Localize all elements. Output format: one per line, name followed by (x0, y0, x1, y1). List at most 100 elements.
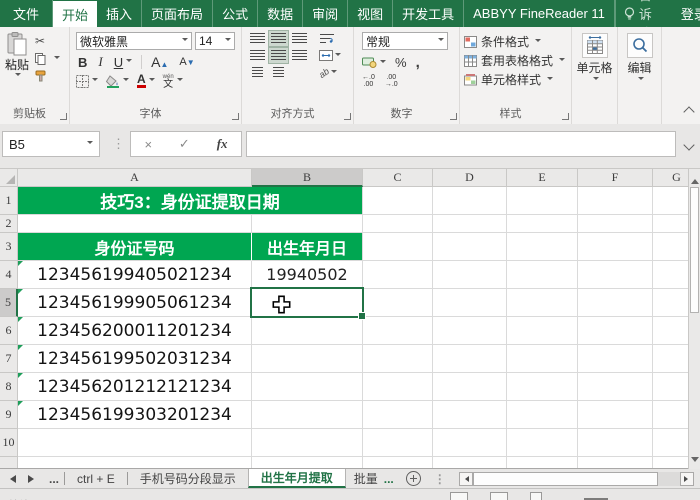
cell-D3[interactable] (433, 233, 507, 261)
cell-D8[interactable] (433, 373, 507, 401)
cell-F2[interactable] (578, 215, 653, 233)
cell-E10[interactable] (507, 429, 578, 457)
wrap-text-button[interactable] (317, 31, 336, 46)
sign-in[interactable]: 登录 (671, 4, 700, 23)
cell-C6[interactable] (363, 317, 433, 345)
cell-F5[interactable] (578, 289, 653, 317)
phonetic-button[interactable]: wén 文 (163, 74, 183, 88)
cell-E8[interactable] (507, 373, 578, 401)
cancel-icon[interactable]: × (144, 137, 152, 152)
cell-F8[interactable] (578, 373, 653, 401)
select-all-corner[interactable] (0, 169, 18, 187)
scroll-right-icon[interactable] (680, 472, 694, 486)
scroll-down-icon[interactable] (691, 457, 699, 466)
tab-page-layout[interactable]: 页面布局 (142, 0, 213, 27)
cell-E4[interactable] (507, 261, 578, 289)
cells-button[interactable]: 单元格 (572, 27, 617, 83)
align-bottom-button[interactable] (290, 31, 309, 46)
col-header-D[interactable]: D (433, 169, 507, 187)
tab-developer[interactable]: 开发工具 (393, 0, 464, 27)
tab-review[interactable]: 审阅 (303, 0, 348, 27)
cell-F10[interactable] (578, 429, 653, 457)
col-header-E[interactable]: E (507, 169, 578, 187)
grow-font-button[interactable]: A▲ (149, 54, 170, 70)
cell-A1-banner[interactable]: 技巧3：身份证提取日期 (18, 187, 363, 215)
tab-insert[interactable]: 插入 (97, 0, 142, 27)
decrease-decimal-button[interactable]: .00 →.0 (385, 74, 398, 88)
page-layout-view-icon[interactable] (490, 492, 508, 500)
cell-B4[interactable]: 19940502 (252, 261, 363, 289)
cell-A7[interactable]: 123456199502031234 (18, 345, 252, 373)
cell-B6[interactable] (252, 317, 363, 345)
cell-F9[interactable] (578, 401, 653, 429)
cell-A6[interactable]: 123456200011201234 (18, 317, 252, 345)
align-right-button[interactable] (290, 48, 309, 63)
borders-button[interactable] (76, 75, 98, 88)
styles-dialog-launcher[interactable] (562, 113, 569, 120)
cell-D4[interactable] (433, 261, 507, 289)
comma-style-button[interactable]: , (416, 54, 420, 71)
increase-decimal-button[interactable]: ←.0 .00 (362, 74, 375, 88)
clipboard-dialog-launcher[interactable] (60, 113, 67, 120)
cell-F7[interactable] (578, 345, 653, 373)
formula-input[interactable] (246, 131, 676, 157)
name-box[interactable]: B5 (2, 131, 100, 157)
align-middle-button[interactable] (269, 31, 288, 46)
sheet-tab-birthdate-active[interactable]: 出生年月提取 (248, 469, 346, 488)
row-header-4[interactable]: 4 (0, 261, 18, 289)
normal-view-icon[interactable] (450, 492, 468, 500)
copy-button[interactable] (35, 53, 60, 65)
underline-button[interactable]: U (112, 55, 134, 70)
horizontal-scroll-track[interactable] (658, 472, 680, 486)
cell-D6[interactable] (433, 317, 507, 345)
row-header-2[interactable]: 2 (0, 215, 18, 233)
row-header-6[interactable]: 6 (0, 317, 18, 345)
cell-A5[interactable]: 123456199905061234 (18, 289, 252, 317)
vertical-scroll-thumb[interactable] (690, 187, 699, 313)
expand-formula-bar-icon[interactable] (683, 139, 694, 150)
cell-F3[interactable] (578, 233, 653, 261)
cell-C7[interactable] (363, 345, 433, 373)
cell-B9[interactable] (252, 401, 363, 429)
format-as-table-button[interactable]: 套用表格格式 (464, 52, 569, 69)
scroll-left-icon[interactable] (459, 472, 473, 486)
cut-icon[interactable]: ✂ (35, 34, 45, 48)
cell-E2[interactable] (507, 215, 578, 233)
tab-home[interactable]: 开始 (53, 1, 97, 27)
cell-B8[interactable] (252, 373, 363, 401)
new-sheet-button[interactable] (406, 471, 421, 486)
cell-B2[interactable] (252, 215, 363, 233)
align-left-button[interactable] (248, 48, 267, 63)
number-dialog-launcher[interactable] (450, 113, 457, 120)
cell-A10[interactable] (18, 429, 252, 457)
align-center-button[interactable] (269, 48, 288, 63)
font-color-button[interactable]: A (137, 75, 155, 88)
horizontal-scroll-thumb[interactable] (473, 472, 658, 486)
row-header-7[interactable]: 7 (0, 345, 18, 373)
insert-function-button[interactable]: fx (217, 136, 228, 152)
paste-button[interactable]: 粘贴 (5, 32, 29, 82)
row-header-5[interactable]: 5 (0, 289, 18, 317)
tell-me[interactable]: 告诉我... (615, 0, 671, 27)
row-header-10[interactable]: 10 (0, 429, 18, 457)
sheet-tab-phone-number[interactable]: 手机号码分段显示 (128, 469, 248, 488)
tabbar-splitter[interactable]: ⋮ (429, 472, 451, 486)
cell-C8[interactable] (363, 373, 433, 401)
cell-A2[interactable] (18, 215, 252, 233)
fill-handle[interactable] (358, 312, 366, 320)
sheet-tab-batch-clipped[interactable]: 批量 (346, 469, 380, 488)
tab-data[interactable]: 数据 (258, 0, 303, 27)
cell-B3[interactable]: 出生年月日 (252, 233, 363, 261)
font-size-select[interactable]: 14 (195, 32, 235, 50)
scroll-up-icon[interactable] (691, 175, 699, 184)
row-header-3[interactable]: 3 (0, 233, 18, 261)
tab-file[interactable]: 文件 (0, 0, 53, 27)
cell-D10[interactable] (433, 429, 507, 457)
cell-C10[interactable] (363, 429, 433, 457)
alignment-dialog-launcher[interactable] (344, 113, 351, 120)
cell-D2[interactable] (433, 215, 507, 233)
accounting-format-button[interactable] (362, 57, 386, 68)
cell-E9[interactable] (507, 401, 578, 429)
font-dialog-launcher[interactable] (232, 113, 239, 120)
cell-C1[interactable] (363, 187, 433, 215)
